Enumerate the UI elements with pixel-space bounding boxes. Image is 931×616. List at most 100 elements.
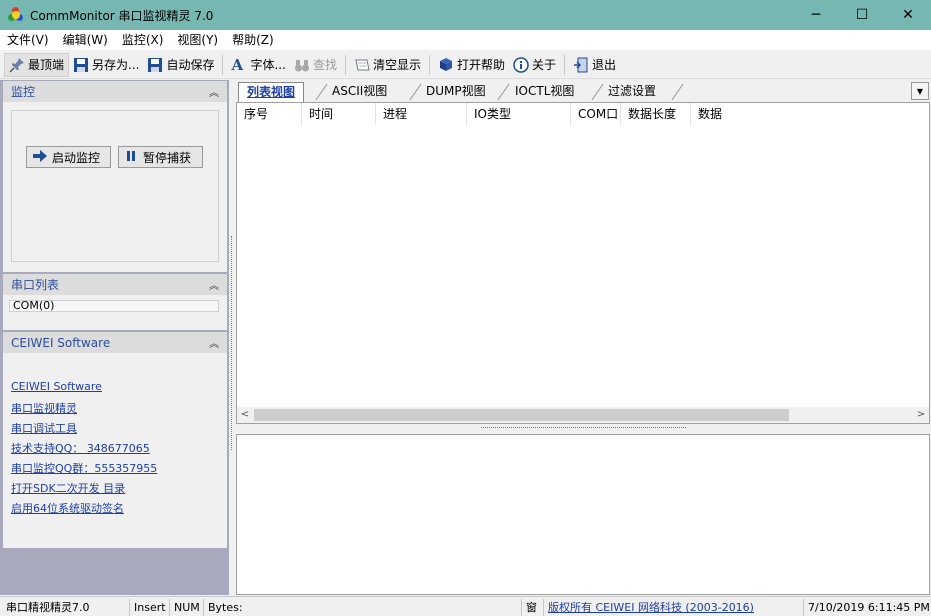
toolbar-separator bbox=[222, 54, 224, 75]
collapse-icon[interactable]: ︽ bbox=[209, 277, 219, 292]
tab-ioctl-view[interactable]: IOCTL视图 bbox=[507, 82, 582, 102]
scroll-right-icon[interactable]: > bbox=[913, 407, 929, 423]
capture-list[interactable]: 序号 时间 进程 IO类型 COM口 数据长度 数据 < > bbox=[236, 102, 930, 424]
pause-capture-label: 暂停捕获 bbox=[143, 150, 192, 165]
clear-display-button[interactable]: 清空显示 bbox=[350, 53, 425, 77]
company-group-title: CEIWEI Software bbox=[11, 335, 111, 350]
monitor-group-header[interactable]: 监控 ︽ bbox=[3, 81, 227, 102]
link-ceiwei-software[interactable]: CEIWEI Software bbox=[11, 380, 102, 393]
save-as-label: 另存为... bbox=[92, 58, 140, 72]
save-icon bbox=[73, 57, 89, 73]
left-panel: 监控 ︽ 启动监控 暂停捕获 串口列表 ︽ COM(0) CEIWEI Soft… bbox=[0, 80, 229, 595]
arrow-right-icon bbox=[33, 149, 47, 165]
clear-display-label: 清空显示 bbox=[372, 58, 421, 72]
pause-capture-button[interactable]: 暂停捕获 bbox=[118, 146, 203, 168]
menu-view[interactable]: 视图(Y) bbox=[170, 30, 225, 50]
close-button[interactable]: ✕ bbox=[885, 0, 931, 30]
vertical-splitter[interactable] bbox=[229, 80, 236, 595]
status-app-name: 串口精视精灵7.0 bbox=[2, 599, 130, 616]
menu-file[interactable]: 文件(V) bbox=[0, 30, 56, 50]
horizontal-scrollbar[interactable]: < > bbox=[237, 407, 929, 423]
horizontal-splitter[interactable] bbox=[236, 424, 930, 434]
monitor-group-body: 启动监控 暂停捕获 bbox=[3, 102, 227, 272]
help-book-icon bbox=[438, 57, 454, 73]
tab-ascii-view[interactable]: ASCII视图 bbox=[324, 82, 395, 102]
column-header-process[interactable]: 进程 bbox=[376, 103, 467, 125]
link-qq-group[interactable]: 串口监控QQ群：555357955 bbox=[11, 460, 157, 476]
company-group-body: CEIWEI Software 串口监视精灵 串口调试工具 技术支持QQ： 34… bbox=[3, 353, 227, 548]
minimize-button[interactable]: ─ bbox=[793, 0, 839, 30]
pause-icon bbox=[125, 150, 137, 165]
clear-icon bbox=[354, 57, 370, 73]
menu-bar: 文件(V) 编辑(W) 监控(X) 视图(Y) 帮助(Z) bbox=[0, 30, 931, 50]
tab-dropdown-button[interactable]: ▼ bbox=[911, 82, 929, 100]
collapse-icon[interactable]: ︽ bbox=[209, 335, 219, 350]
exit-label: 退出 bbox=[592, 58, 617, 72]
status-num: NUM bbox=[170, 599, 204, 616]
port-item[interactable]: COM(0) bbox=[13, 299, 54, 312]
detail-panel bbox=[236, 434, 930, 595]
open-help-button[interactable]: 打开帮助 bbox=[434, 53, 509, 77]
tab-dump-view[interactable]: DUMP视图 bbox=[418, 82, 494, 102]
auto-save-icon bbox=[147, 57, 163, 73]
font-button[interactable]: A 字体... bbox=[227, 53, 289, 77]
start-monitor-button[interactable]: 启动监控 bbox=[26, 146, 111, 168]
toolbar-separator bbox=[428, 54, 430, 75]
title-bar: CommMonitor 串口监视精灵 7.0 ─ ☐ ✕ bbox=[0, 0, 931, 30]
monitor-group-title: 监控 bbox=[11, 85, 36, 99]
ports-group-body: COM(0) bbox=[3, 295, 227, 330]
auto-save-button[interactable]: 自动保存 bbox=[143, 53, 218, 77]
link-serial-debug-tool[interactable]: 串口调试工具 bbox=[11, 420, 77, 436]
scrollbar-thumb[interactable] bbox=[254, 409, 789, 421]
exit-button[interactable]: 退出 bbox=[569, 53, 620, 77]
about-button[interactable]: 关于 bbox=[509, 53, 560, 77]
menu-monitor[interactable]: 监控(X) bbox=[115, 30, 171, 50]
column-header-index[interactable]: 序号 bbox=[237, 103, 302, 125]
app-logo-icon bbox=[8, 7, 24, 23]
toolbar: 最顶端 另存为... 自动保存 A 字体... 查找 清空显示 打开帮助 关于 … bbox=[0, 51, 931, 79]
pin-icon bbox=[9, 57, 25, 73]
menu-help[interactable]: 帮助(Z) bbox=[225, 30, 281, 50]
about-label: 关于 bbox=[531, 58, 556, 72]
info-icon bbox=[513, 56, 529, 73]
tab-filter-settings[interactable]: 过滤设置 bbox=[600, 82, 664, 102]
collapse-icon[interactable]: ︽ bbox=[209, 84, 219, 99]
topmost-label: 最顶端 bbox=[28, 58, 65, 72]
column-header-com-port[interactable]: COM口 bbox=[571, 103, 621, 125]
status-bytes: Bytes: bbox=[204, 599, 522, 616]
status-bar: 串口精视精灵7.0 Insert NUM Bytes: 窗 版权所有 CEIWE… bbox=[0, 596, 931, 616]
binoculars-icon bbox=[294, 57, 310, 73]
menu-edit[interactable]: 编辑(W) bbox=[56, 30, 115, 50]
link-tech-support-qq[interactable]: 技术支持QQ： 348677065 bbox=[11, 440, 150, 456]
link-enable-64bit-driver-sign[interactable]: 启用64位系统驱动签名 bbox=[11, 500, 124, 516]
start-monitor-label: 启动监控 bbox=[52, 150, 101, 165]
monitor-controls-box: 启动监控 暂停捕获 bbox=[11, 110, 219, 262]
view-tabs: 列表视图 ASCII视图 DUMP视图 IOCTL视图 过滤设置 ▼ bbox=[236, 80, 931, 102]
ports-group-title: 串口列表 bbox=[11, 278, 60, 292]
tab-list-view[interactable]: 列表视图 bbox=[238, 82, 305, 102]
save-as-button[interactable]: 另存为... bbox=[69, 53, 143, 77]
maximize-button[interactable]: ☐ bbox=[839, 0, 885, 30]
column-header-data-length[interactable]: 数据长度 bbox=[621, 103, 691, 125]
status-datetime: 7/10/2019 6:11:45 PM bbox=[808, 601, 930, 614]
ports-group-header[interactable]: 串口列表 ︽ bbox=[3, 274, 227, 295]
exit-door-icon bbox=[573, 57, 589, 73]
link-serial-monitor[interactable]: 串口监视精灵 bbox=[11, 400, 77, 416]
window-title: CommMonitor 串口监视精灵 7.0 bbox=[30, 8, 214, 23]
topmost-button[interactable]: 最顶端 bbox=[4, 52, 70, 77]
open-help-label: 打开帮助 bbox=[456, 58, 505, 72]
status-insert: Insert bbox=[130, 599, 170, 616]
column-header-time[interactable]: 时间 bbox=[302, 103, 376, 125]
font-icon: A bbox=[231, 55, 244, 74]
link-open-sdk-folder[interactable]: 打开SDK二次开发 目录 bbox=[11, 480, 125, 496]
scroll-left-icon[interactable]: < bbox=[237, 407, 253, 423]
column-header-data[interactable]: 数据 bbox=[691, 103, 771, 125]
toolbar-separator bbox=[564, 54, 565, 75]
find-label: 查找 bbox=[312, 58, 337, 72]
company-group-header[interactable]: CEIWEI Software ︽ bbox=[3, 332, 227, 353]
column-header-io-type[interactable]: IO类型 bbox=[467, 103, 571, 125]
status-copyright-link[interactable]: 版权所有 CEIWEI 网络科技 (2003-2016) bbox=[544, 599, 804, 616]
find-button[interactable]: 查找 bbox=[290, 53, 341, 77]
auto-save-label: 自动保存 bbox=[166, 58, 215, 72]
status-window: 窗 bbox=[522, 599, 544, 616]
